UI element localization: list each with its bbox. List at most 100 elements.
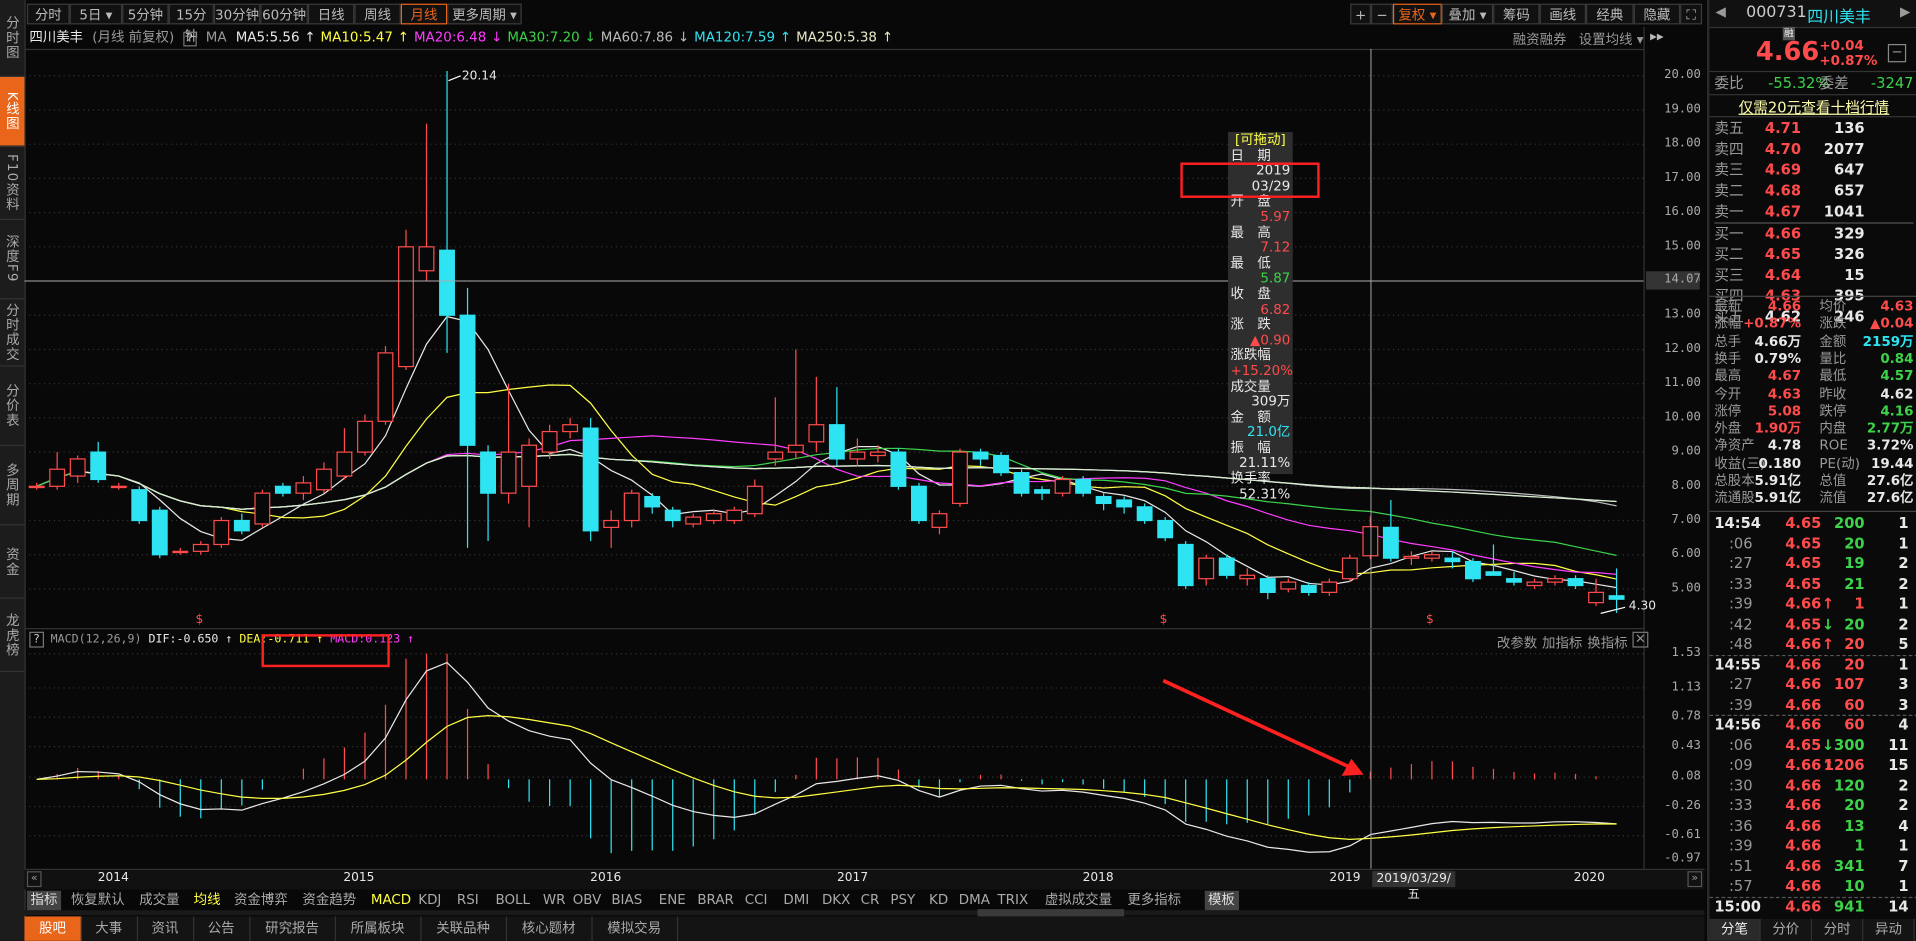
- bottom-tab[interactable]: 模拟交易: [591, 916, 679, 941]
- tick-time: :39: [1728, 595, 1753, 613]
- tick-price: 4.65: [1785, 736, 1822, 754]
- crosshair-date: 2019/03/29/五: [1372, 871, 1456, 902]
- indicator-tab[interactable]: CR: [857, 891, 883, 911]
- candle-body: [233, 519, 250, 532]
- panel-tab[interactable]: 异动: [1863, 918, 1915, 941]
- tick-price: 4.65: [1785, 554, 1822, 572]
- divider: [1709, 295, 1916, 297]
- bottom-tab[interactable]: 公告: [193, 916, 251, 941]
- tick-count: 3: [1898, 675, 1909, 693]
- tick-time: 14:54: [1714, 514, 1762, 532]
- kline-chart[interactable]: [0, 0, 1707, 941]
- indicator-tab[interactable]: 资金博弈: [230, 891, 291, 911]
- stat-label: 今开: [1714, 385, 1742, 402]
- stat-value: 4.57: [1880, 368, 1914, 384]
- candle-body: [69, 458, 86, 477]
- macd-help-button[interactable]: ?: [29, 631, 44, 648]
- indicator-tab[interactable]: 资金趋势: [299, 891, 360, 911]
- panel-tab[interactable]: 分时: [1812, 918, 1864, 941]
- tick-count: 1: [1898, 655, 1909, 673]
- tick-price: 4.66: [1785, 877, 1822, 895]
- indicator-tab[interactable]: 均线: [190, 891, 224, 911]
- tick-count: 4: [1898, 716, 1909, 734]
- indicator-tab[interactable]: 模板: [1204, 890, 1239, 911]
- price-tick: 10.00: [1664, 410, 1701, 424]
- indicator-tab[interactable]: ENE: [655, 891, 689, 911]
- price-tick: 5.00: [1671, 581, 1701, 596]
- add-indicator-button[interactable]: 加指标: [1542, 633, 1582, 653]
- scroll-left-icon[interactable]: «: [26, 871, 42, 888]
- tick-price: 4.66: [1785, 816, 1822, 834]
- stat-label: 总股本: [1714, 472, 1755, 489]
- order-book-row: 卖三 4.69 647: [1714, 160, 1913, 181]
- collapse-icon[interactable]: −: [1887, 43, 1907, 63]
- tick-price: 4.65: [1785, 534, 1822, 552]
- bottom-tab[interactable]: 资讯: [137, 916, 195, 941]
- bottom-tab[interactable]: 股吧: [24, 916, 82, 941]
- candle-body: [459, 314, 476, 446]
- bottom-tab[interactable]: 所属板块: [335, 916, 422, 941]
- close-indicator-icon[interactable]: ×: [1632, 632, 1649, 648]
- prev-stock-icon[interactable]: ◀: [1716, 4, 1726, 20]
- collapse-handle[interactable]: [977, 909, 1125, 917]
- dividend-marker[interactable]: $: [196, 613, 204, 626]
- indicator-tab[interactable]: KDJ: [415, 891, 445, 911]
- stat-label: 涨幅: [1714, 315, 1742, 332]
- tick-volume: 21: [1844, 574, 1865, 593]
- indicator-tab[interactable]: PSY: [887, 891, 919, 911]
- ten-level-quote-link[interactable]: 仅需20元查看十档行情: [1709, 97, 1916, 118]
- indicator-tab[interactable]: 恢复默认: [67, 891, 128, 911]
- divider: [1709, 70, 1916, 73]
- quote-header: ◀ 000731 四川美丰 ▶: [1709, 0, 1916, 29]
- panel-splitter[interactable]: [24, 910, 1705, 916]
- panel-tab[interactable]: 分价: [1760, 918, 1813, 941]
- indicator-tab[interactable]: BRAR: [694, 891, 738, 911]
- stat-label: 外盘: [1714, 420, 1742, 437]
- change-params-button[interactable]: 改参数: [1497, 633, 1537, 653]
- indicator-tab[interactable]: KD: [925, 891, 951, 911]
- indicator-tab[interactable]: DMA: [955, 891, 993, 911]
- indicator-tab[interactable]: 指标: [26, 890, 62, 911]
- dividend-marker[interactable]: $: [1426, 613, 1434, 626]
- bottom-tab[interactable]: 关联品种: [420, 916, 508, 941]
- indicator-tab[interactable]: 成交量: [136, 891, 184, 911]
- indicator-tab[interactable]: DKX: [818, 891, 854, 911]
- price-tick: 7.00: [1671, 513, 1701, 527]
- indicator-tab[interactable]: 虚拟成交量: [1041, 891, 1116, 911]
- tick-count: 5: [1898, 635, 1909, 653]
- panel-tab[interactable]: 分笔: [1709, 918, 1761, 941]
- stat-row: 今开 4.63 昨收 4.62: [1714, 386, 1913, 403]
- stat-row: 最新 4.66 均价 4.63: [1714, 298, 1913, 315]
- year-label: 2016: [590, 871, 622, 885]
- tick-price: 4.66: [1785, 776, 1822, 794]
- dividend-marker[interactable]: $: [1160, 613, 1168, 626]
- indicator-tab[interactable]: TRIX: [994, 891, 1032, 911]
- stock-code: 000731: [1746, 3, 1807, 22]
- tick-time: :51: [1728, 857, 1753, 875]
- indicator-tab[interactable]: RSI: [453, 891, 482, 911]
- bottom-tab[interactable]: 大事: [81, 916, 139, 941]
- switch-indicator-button[interactable]: 换指标: [1587, 633, 1627, 653]
- next-stock-icon[interactable]: ▶: [1900, 4, 1910, 20]
- candle-body: [1116, 499, 1133, 508]
- indicator-tab[interactable]: BOLL: [492, 891, 534, 911]
- tooltip-value: 21.0亿: [1246, 424, 1291, 441]
- bottom-tab[interactable]: 核心题材: [506, 916, 593, 941]
- indicator-tab[interactable]: WR: [539, 891, 569, 911]
- bottom-tab[interactable]: 研究报告: [249, 916, 337, 941]
- stat-value: 3.72%: [1866, 437, 1914, 454]
- ma10-line: [36, 384, 1617, 580]
- indicator-tab[interactable]: OBV: [569, 891, 605, 911]
- indicator-tab[interactable]: MACD: [367, 891, 415, 911]
- indicator-tab[interactable]: BIAS: [608, 891, 646, 911]
- stat-label: 涨跌: [1819, 315, 1847, 332]
- indicator-tab[interactable]: DMI: [780, 891, 813, 911]
- indicator-tab[interactable]: CCI: [741, 891, 771, 911]
- indicator-tab[interactable]: 更多指标: [1124, 891, 1185, 911]
- tick-volume: 120: [1833, 776, 1865, 794]
- candle-body: [1177, 543, 1194, 587]
- tick-count: 15: [1888, 756, 1909, 774]
- candle-body: [746, 485, 763, 515]
- tick-time: :27: [1728, 554, 1753, 572]
- scroll-right-icon[interactable]: »: [1687, 871, 1703, 888]
